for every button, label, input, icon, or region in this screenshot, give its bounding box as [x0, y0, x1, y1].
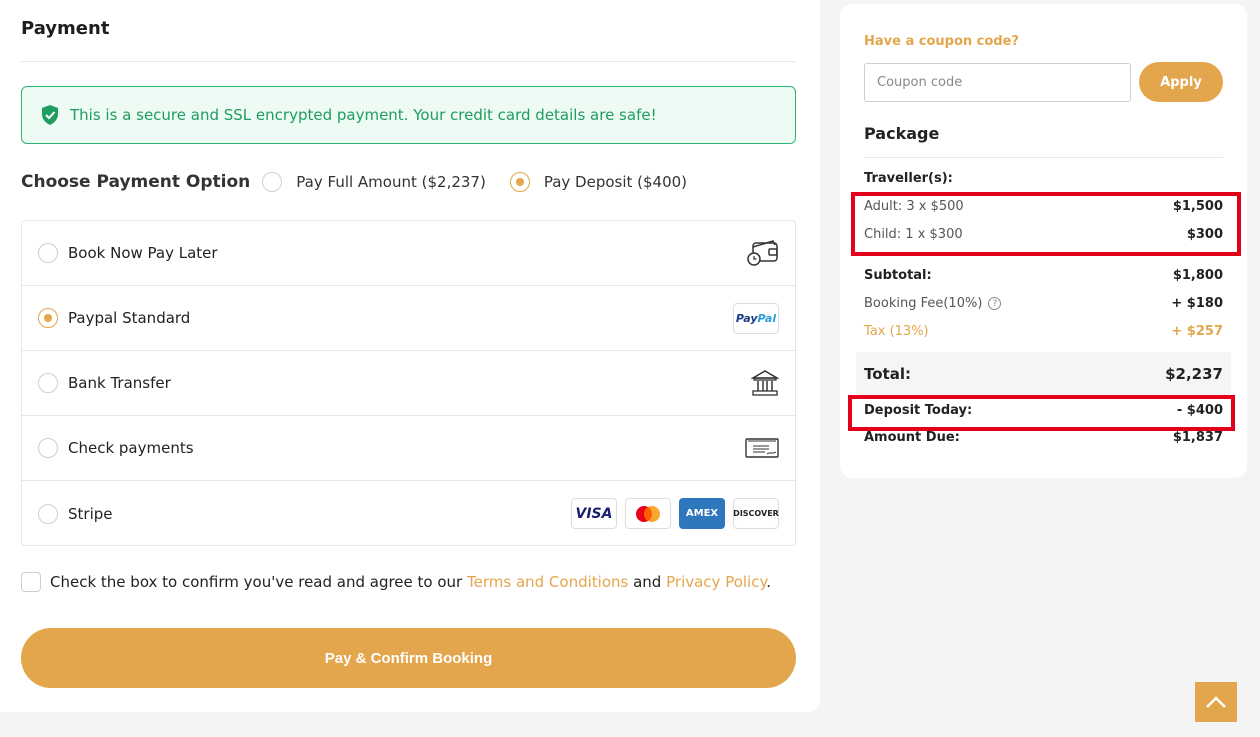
paypal-logo: Pay Pal [733, 302, 779, 334]
tax-label: Tax (13%) [864, 324, 929, 339]
secure-text: This is a secure and SSL encrypted payme… [70, 106, 657, 124]
help-icon[interactable]: ? [988, 297, 1002, 310]
tax-row: Tax (13%) + $257 [864, 324, 1223, 339]
chevron-up-icon [1206, 696, 1226, 708]
booking-fee-value: + $180 [1171, 296, 1223, 311]
wallet-clock-icon [747, 239, 779, 267]
booking-fee-label: Booking Fee(10%)? [864, 296, 1002, 311]
amex-logo: AMEX [679, 498, 725, 529]
privacy-link[interactable]: Privacy Policy [666, 573, 766, 591]
subtotal-value: $1,800 [1172, 268, 1223, 283]
mastercard-logo [625, 498, 671, 529]
method-label: Bank Transfer [68, 374, 171, 392]
deposit-value: - $400 [1176, 403, 1223, 418]
card-logos: VISA AMEX DISCOVER [571, 498, 779, 529]
cheque-icon [745, 437, 779, 459]
subtotal-row: Subtotal: $1,800 [864, 268, 1223, 283]
radio-stripe[interactable] [38, 503, 58, 524]
radio-book-now-pay-later[interactable] [38, 243, 58, 263]
child-label: Child: 1 x $300 [864, 227, 963, 242]
terms-agreement: Check the box to confirm you've read and… [21, 572, 771, 592]
payment-card: Payment This is a secure and SSL encrypt… [0, 0, 820, 712]
secure-notice: This is a secure and SSL encrypted payme… [21, 86, 796, 144]
method-label: Paypal Standard [68, 309, 191, 327]
deposit-row: Deposit Today: - $400 [864, 403, 1223, 418]
agree-checkbox[interactable] [21, 572, 41, 592]
method-stripe[interactable]: Stripe VISA AMEX DISCOVER [22, 481, 795, 546]
option-pay-full[interactable]: Pay Full Amount ($2,237) [262, 172, 486, 192]
apply-coupon-button[interactable]: Apply [1139, 62, 1223, 102]
order-summary-card: Have a coupon code? Apply Package Travel… [840, 4, 1247, 478]
payment-title: Payment [21, 18, 110, 39]
child-value: $300 [1186, 227, 1223, 242]
terms-link[interactable]: Terms and Conditions [467, 573, 628, 591]
shield-check-icon [42, 105, 58, 125]
booking-fee-row: Booking Fee(10%)? + $180 [864, 296, 1223, 311]
adult-label: Adult: 3 x $500 [864, 199, 964, 214]
radio-bank-transfer[interactable] [38, 373, 58, 393]
option-pay-deposit[interactable]: Pay Deposit ($400) [509, 172, 688, 192]
payment-methods: Book Now Pay Later Paypal Standard Pay Pa… [21, 220, 796, 546]
total-value: $2,237 [1165, 365, 1223, 383]
travellers-row: Traveller(s): [864, 171, 1223, 186]
adult-value: $1,500 [1172, 199, 1223, 214]
bank-icon [751, 369, 779, 397]
coupon-input[interactable] [864, 63, 1131, 102]
agree-and: and [633, 573, 662, 591]
paypal-logo-wrap: Pay Pal [733, 302, 779, 334]
scroll-to-top-button[interactable] [1195, 682, 1237, 722]
method-label: Stripe [68, 504, 113, 523]
total-label: Total: [864, 365, 911, 383]
deposit-label: Deposit Today: [864, 403, 973, 418]
discover-logo: DISCOVER [733, 498, 779, 529]
payment-option-group: Choose Payment Option Pay Full Amount ($… [21, 168, 711, 196]
visa-logo: VISA [571, 498, 617, 529]
method-book-now-pay-later[interactable]: Book Now Pay Later [22, 221, 795, 286]
radio-paypal[interactable] [38, 308, 58, 328]
method-check-payments[interactable]: Check payments [22, 416, 795, 481]
child-row: Child: 1 x $300 $300 [864, 227, 1223, 242]
tax-value: + $257 [1171, 324, 1223, 339]
amount-due-value: $1,837 [1172, 430, 1223, 445]
agree-prefix: Check the box to confirm you've read and… [50, 573, 463, 591]
method-label: Check payments [68, 439, 194, 457]
pay-confirm-button[interactable]: Pay & Confirm Booking [21, 628, 796, 688]
choose-payment-label: Choose Payment Option [21, 172, 251, 192]
agree-text: Check the box to confirm you've read and… [50, 573, 771, 591]
package-title: Package [864, 124, 940, 143]
method-bank-transfer[interactable]: Bank Transfer [22, 351, 795, 416]
method-label: Book Now Pay Later [68, 244, 218, 262]
coupon-title: Have a coupon code? [864, 34, 1019, 49]
option-pay-deposit-label: Pay Deposit ($400) [543, 173, 688, 191]
travellers-label: Traveller(s): [864, 171, 953, 186]
total-row: Total: $2,237 [856, 352, 1231, 396]
amount-due-row: Amount Due: $1,837 [864, 430, 1223, 445]
adult-row: Adult: 3 x $500 $1,500 [864, 199, 1223, 214]
radio-check-payments[interactable] [38, 438, 58, 458]
divider [21, 61, 796, 62]
radio-pay-full[interactable] [262, 172, 283, 192]
divider [864, 157, 1223, 158]
method-paypal[interactable]: Paypal Standard Pay Pal [22, 286, 795, 351]
option-pay-full-label: Pay Full Amount ($2,237) [296, 173, 486, 191]
radio-pay-deposit[interactable] [509, 172, 530, 192]
agree-suffix: . [766, 573, 771, 591]
subtotal-label: Subtotal: [864, 268, 932, 283]
amount-due-label: Amount Due: [864, 430, 960, 445]
